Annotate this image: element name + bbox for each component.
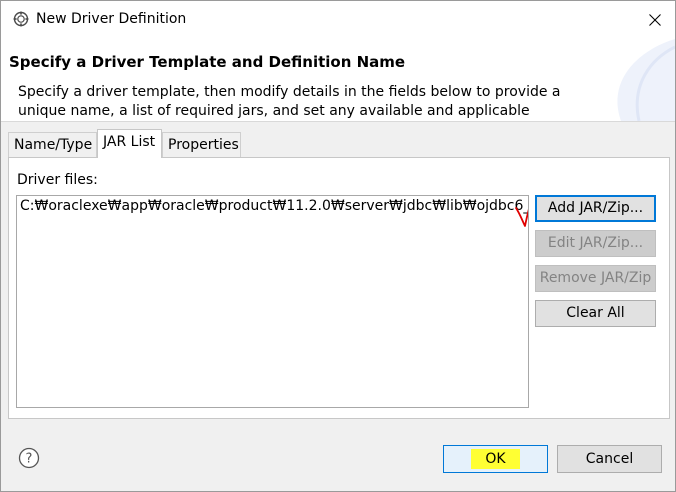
window-title: New Driver Definition: [36, 11, 187, 27]
dialog-footer: ? OK Cancel: [1, 427, 675, 491]
ok-button[interactable]: OK: [443, 445, 548, 473]
close-button[interactable]: [635, 1, 675, 39]
tab-container: Name/Type JAR List Properties Driver fil…: [1, 122, 675, 427]
header-description: Specify a driver template, then modify d…: [18, 84, 561, 119]
wizard-header: Specify a Driver Template and Definition…: [1, 39, 675, 121]
tab-properties[interactable]: Properties: [162, 132, 241, 157]
tab-jar-list[interactable]: JAR List: [97, 129, 162, 158]
remove-jar-button[interactable]: Remove JAR/Zip: [535, 265, 656, 292]
tab-name-type[interactable]: Name/Type: [8, 132, 97, 157]
clear-all-button[interactable]: Clear All: [535, 300, 656, 327]
checkmark-annotation: [515, 207, 528, 227]
ok-button-label: OK: [471, 449, 520, 469]
list-item[interactable]: C:₩oraclexe₩app₩oracle₩product₩11.2.0₩se…: [20, 198, 528, 214]
driver-files-list[interactable]: C:₩oraclexe₩app₩oracle₩product₩11.2.0₩se…: [16, 195, 529, 408]
add-jar-button[interactable]: Add JAR/Zip...: [535, 195, 656, 222]
close-icon: [649, 14, 661, 26]
driver-files-label: Driver files:: [17, 172, 98, 188]
dialog-window: New Driver Definition Specify a Driver T…: [0, 0, 676, 492]
cancel-button[interactable]: Cancel: [557, 445, 662, 473]
title-bar: New Driver Definition: [1, 1, 675, 39]
svg-text:?: ?: [26, 452, 33, 467]
help-icon[interactable]: ?: [18, 447, 40, 469]
jar-list-panel: Driver files: C:₩oraclexe₩app₩oracle₩pro…: [8, 157, 670, 419]
eclipse-icon: [13, 11, 29, 27]
header-banner-graphic: [617, 39, 675, 121]
header-title: Specify a Driver Template and Definition…: [9, 53, 406, 71]
edit-jar-button[interactable]: Edit JAR/Zip...: [535, 230, 656, 257]
